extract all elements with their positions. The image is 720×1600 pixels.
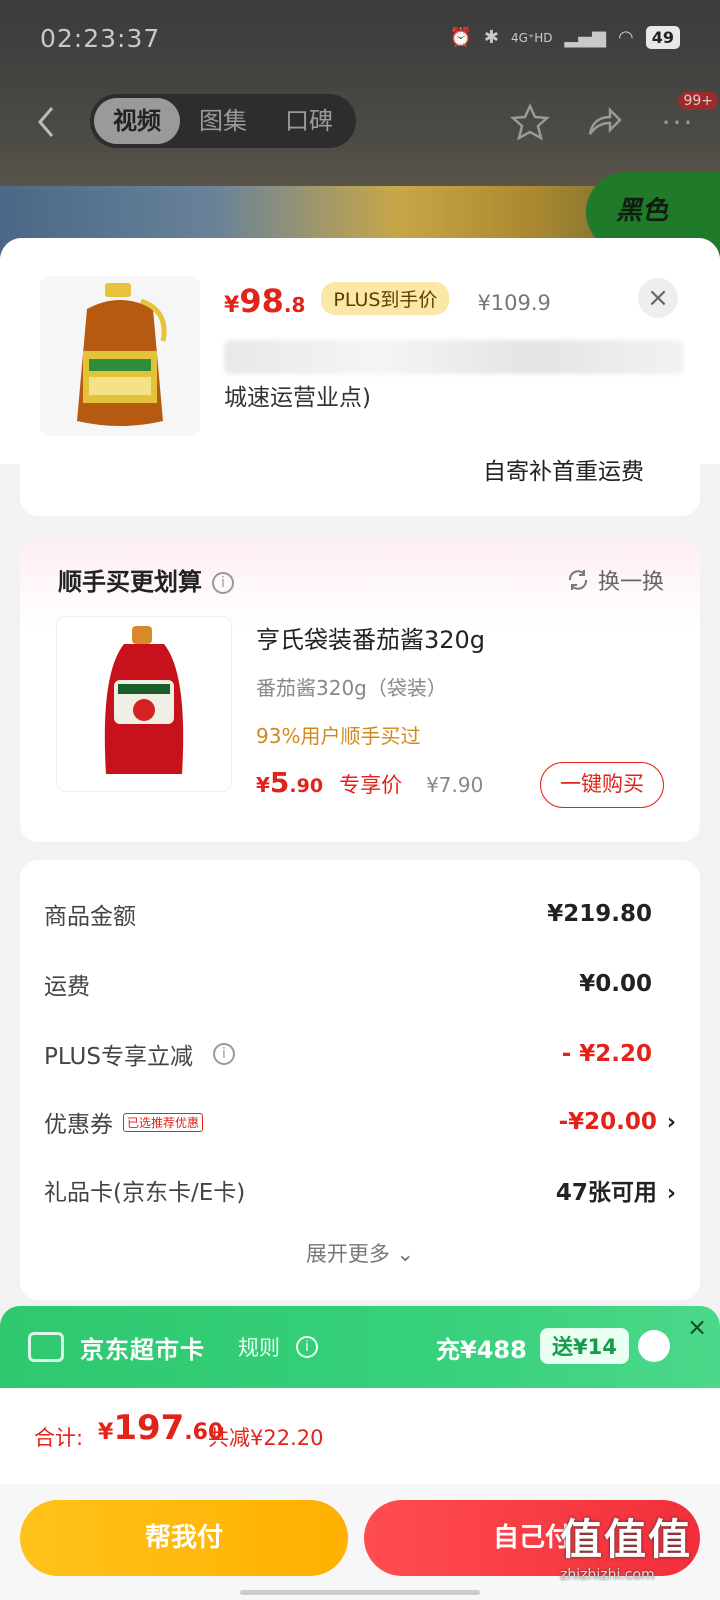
chevron-right-icon: › xyxy=(666,1181,676,1206)
plus-price-tag: PLUS到手价 xyxy=(321,282,450,315)
back-button[interactable] xyxy=(34,104,64,140)
product-price: ¥98.8 xyxy=(224,282,306,320)
total-saved: 共减¥22.20 xyxy=(208,1426,324,1450)
ketchup-pouch-image xyxy=(104,626,184,774)
share-icon xyxy=(588,106,622,135)
close-icon: × xyxy=(686,1313,708,1341)
tab-reviews[interactable]: 口碑 xyxy=(266,98,352,144)
summary-label: 礼品卡(京东卡/E卡) xyxy=(44,1180,246,1206)
refresh-icon xyxy=(568,570,587,590)
bundle-offer-card: 顺手买更划算 i 换一换 亨氏袋装番茄酱320g 番茄酱320g（袋装） 93%用… xyxy=(20,538,700,842)
gift-amount-tag: 送¥14 xyxy=(540,1328,629,1364)
product-image xyxy=(40,276,200,436)
rules-link[interactable]: 规则 i xyxy=(238,1332,318,1362)
chevron-right-icon: › xyxy=(666,1110,676,1135)
shipping-note: 自寄补首重运费 xyxy=(483,459,644,485)
bundle-purchase-rate: 93%用户顺手买过 xyxy=(256,724,421,748)
summary-value: 47张可用 › xyxy=(555,1180,676,1206)
card-icon xyxy=(28,1332,64,1362)
summary-label: 优惠券 已选推荐优惠 xyxy=(44,1105,204,1139)
total-bar: 合计: ¥197.60 共减¥22.20 xyxy=(0,1388,720,1484)
watermark-url: zhizhizhi.com xyxy=(560,1567,655,1583)
bundle-product-name[interactable]: 亨氏袋装番茄酱320g xyxy=(256,620,485,655)
total-label: 合计: xyxy=(34,1426,84,1450)
summary-row-giftcard[interactable]: 礼品卡(京东卡/E卡) 47张可用 › xyxy=(44,1170,676,1210)
swap-button[interactable]: 换一换 xyxy=(566,564,664,596)
bundle-original-price: ¥7.90 xyxy=(426,773,484,797)
summary-value: - ¥2.20 xyxy=(561,1041,652,1067)
bundle-price-row: ¥5.90 专享价 ¥7.90 xyxy=(256,766,483,799)
bundle-price: ¥5.90 xyxy=(256,766,324,799)
home-indicator[interactable] xyxy=(240,1590,480,1595)
top-navigation: 视频 图集 口碑 ··· 99+ xyxy=(0,92,720,152)
checkout-sheet: ¥98.8 PLUS到手价 ¥109.9 × 城速运营业点) 自寄补首重运费 顺… xyxy=(0,238,720,1600)
alarm-icon: ⏰ xyxy=(449,27,472,48)
info-icon: i xyxy=(296,1336,318,1358)
network-label: 4G⁺HD xyxy=(510,30,553,45)
message-count-badge: 99+ xyxy=(678,92,718,110)
close-icon: × xyxy=(647,283,669,313)
wifi-icon: ◠ xyxy=(618,27,634,48)
status-clock: 02:23:37 xyxy=(40,24,161,53)
summary-row-coupon[interactable]: 优惠券 已选推荐优惠 -¥20.00 › xyxy=(44,1102,676,1142)
tab-gallery[interactable]: 图集 xyxy=(180,98,266,144)
supermarket-card-radio[interactable] xyxy=(638,1330,670,1362)
help-pay-button[interactable]: 帮我付 xyxy=(20,1500,348,1576)
more-dots-icon: ··· xyxy=(661,105,695,139)
address-text: 城速运营业点) xyxy=(224,385,371,411)
chevron-left-icon xyxy=(38,107,54,137)
expand-more-button[interactable]: 展开更多 ⌄ xyxy=(20,1238,700,1268)
signal-icon: ▂▄▆ xyxy=(564,27,607,48)
oil-bottle-image xyxy=(77,283,167,426)
bundle-price-label: 专享价 xyxy=(339,773,403,797)
bluetooth-icon: ✱ xyxy=(483,27,499,48)
chevron-down-icon: ⌄ xyxy=(396,1242,415,1266)
bundle-product-spec: 番茄酱320g（袋装） xyxy=(256,676,447,700)
product-price-row: ¥98.8 PLUS到手价 ¥109.9 xyxy=(224,282,551,321)
bundle-product-image[interactable] xyxy=(56,616,232,792)
site-watermark: 值值值 zhizhizhi.com xyxy=(560,1506,720,1600)
info-icon[interactable]: i xyxy=(212,1043,235,1065)
summary-label: 运费 xyxy=(44,974,90,1000)
product-header: ¥98.8 PLUS到手价 ¥109.9 × 城速运营业点) xyxy=(0,238,720,464)
shipping-card: 自寄补首重运费 xyxy=(20,448,700,516)
star-icon xyxy=(510,102,550,141)
supermarket-card-title: 京东超市卡 xyxy=(80,1336,205,1364)
tab-video[interactable]: 视频 xyxy=(94,98,180,144)
status-icons: ⏰ ✱ 4G⁺HD ▂▄▆ ◠ 49 xyxy=(449,26,680,49)
close-banner-button[interactable]: × xyxy=(682,1312,712,1342)
summary-value: ¥0.00 xyxy=(579,971,652,997)
share-button[interactable] xyxy=(582,100,626,144)
coupon-recommend-tag: 已选推荐优惠 xyxy=(123,1112,204,1132)
nav-actions: ··· 99+ xyxy=(508,92,718,144)
bundle-title: 顺手买更划算 i xyxy=(58,562,234,597)
close-sheet-button[interactable]: × xyxy=(638,278,678,318)
total-amount: ¥197.60 xyxy=(98,1408,224,1448)
recharge-amount: 充¥488 xyxy=(436,1336,527,1364)
summary-label: 商品金额 xyxy=(44,904,136,930)
media-tab-switcher: 视频 图集 口碑 xyxy=(90,94,356,148)
blurred-address xyxy=(224,340,684,374)
more-button[interactable]: ··· 99+ xyxy=(656,92,718,144)
watermark-logo: 值值值 xyxy=(560,1515,693,1564)
summary-row-plus-discount: PLUS专享立减 i - ¥2.20 xyxy=(44,1034,676,1074)
info-icon[interactable]: i xyxy=(212,572,234,594)
product-original-price: ¥109.9 xyxy=(477,291,551,315)
status-bar: 02:23:37 ⏰ ✱ 4G⁺HD ▂▄▆ ◠ 49 xyxy=(0,0,720,80)
supermarket-card-banner: 京东超市卡 规则 i 充¥488 送¥14 × xyxy=(0,1306,720,1388)
summary-value: -¥20.00 › xyxy=(558,1109,676,1135)
battery-indicator: 49 xyxy=(645,26,680,49)
one-click-buy-button[interactable]: 一键购买 xyxy=(540,762,664,808)
summary-label: PLUS专享立减 i xyxy=(44,1037,235,1071)
summary-row-goods: 商品金额 ¥219.80 xyxy=(44,894,676,934)
favorite-button[interactable] xyxy=(508,100,552,144)
summary-row-shipping: 运费 ¥0.00 xyxy=(44,964,676,1004)
summary-value: ¥219.80 xyxy=(547,901,652,927)
order-summary-card: 商品金额 ¥219.80 运费 ¥0.00 PLUS专享立减 i - ¥2.20 … xyxy=(20,860,700,1300)
